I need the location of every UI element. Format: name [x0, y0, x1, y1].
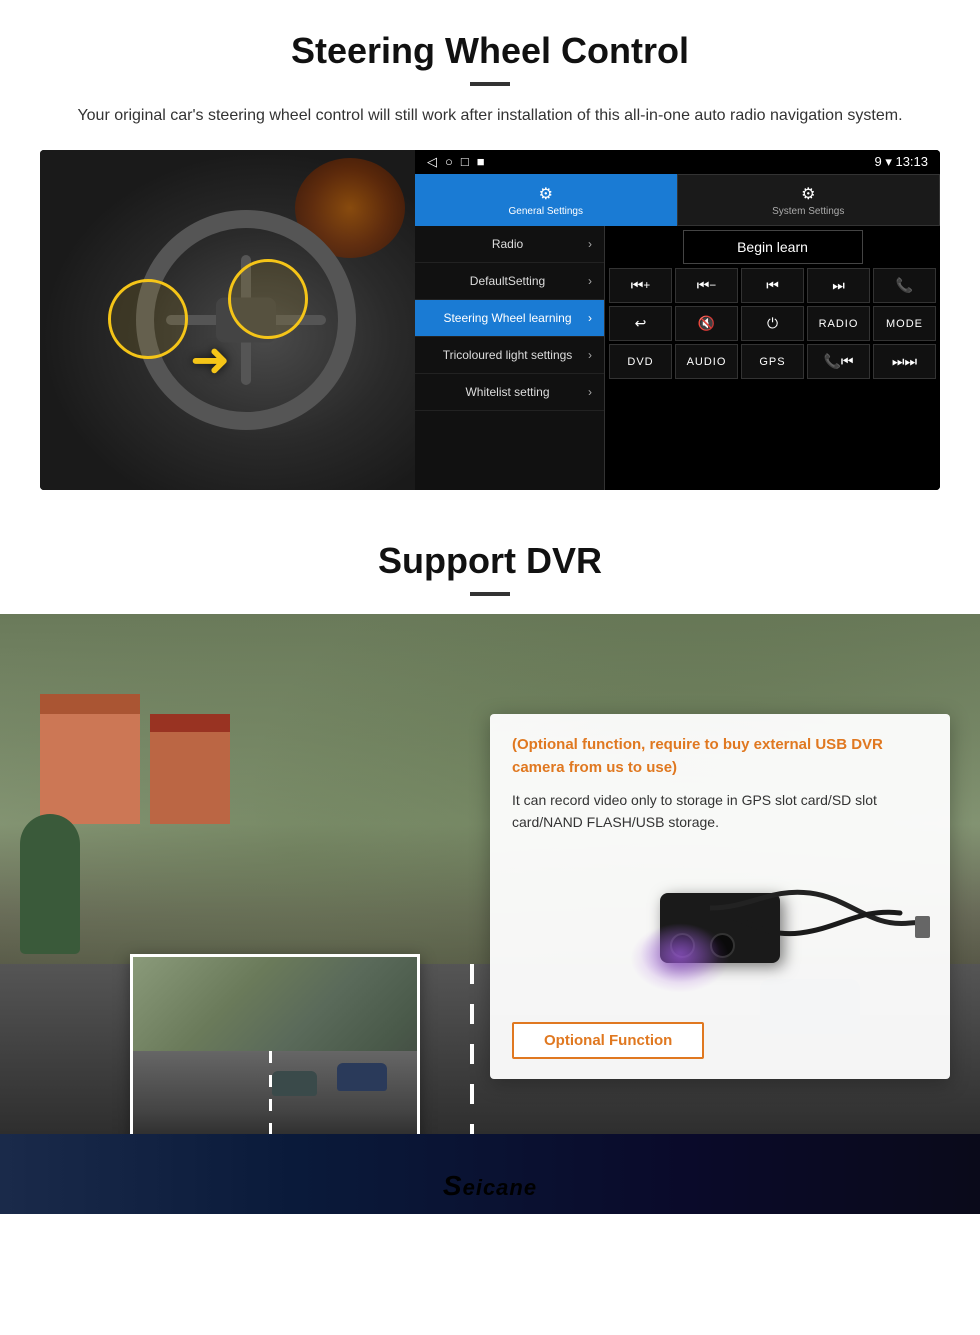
title-divider: [470, 82, 510, 86]
seicane-brand: Seicane: [443, 1170, 537, 1202]
brand-rest: eicane: [463, 1175, 538, 1200]
statusbar-icons: ◁ ○ □ ■: [427, 154, 485, 170]
tab-general-label: General Settings: [509, 206, 584, 217]
menu-steering-label: Steering Wheel learning: [427, 311, 588, 325]
dvr-optional-text: (Optional function, require to buy exter…: [512, 734, 928, 779]
android-panel: ◁ ○ □ ■ 9 ▾ 13:13 ⚙ General Settings ⚙ S…: [415, 150, 940, 490]
dvr-thumbnail: [130, 954, 420, 1154]
dvr-title: Support DVR: [0, 540, 980, 582]
steering-photo: ➜: [40, 150, 415, 490]
chevron-icon-5: ›: [588, 385, 592, 399]
gear-icon: ⚙: [539, 184, 553, 204]
ctrl-btn-radio[interactable]: RADIO: [807, 306, 870, 341]
begin-learn-row: Begin learn: [609, 230, 936, 264]
buttons-panel: Begin learn ⏮+ ⏮− ⏮ ⏭ 📞 ↩ 🔇 ⏻ RADIO MODE…: [605, 226, 940, 490]
ctrl-btn-gps[interactable]: GPS: [741, 344, 804, 379]
menu-icon: ■: [477, 154, 485, 170]
menu-list: Radio › DefaultSetting › Steering Wheel …: [415, 226, 605, 490]
ctrl-btn-mute[interactable]: 🔇: [675, 306, 738, 341]
menu-item-steering[interactable]: Steering Wheel learning ›: [415, 300, 604, 337]
ctrl-btn-phone[interactable]: 📞: [873, 268, 936, 303]
chevron-icon-4: ›: [588, 348, 592, 362]
chevron-icon-3: ›: [588, 311, 592, 325]
dvr-description: It can record video only to storage in G…: [512, 789, 928, 834]
camera-lens-1: [670, 933, 695, 958]
steering-section: Steering Wheel Control Your original car…: [0, 0, 980, 510]
menu-default-label: DefaultSetting: [427, 274, 588, 288]
steering-subtitle: Your original car's steering wheel contr…: [60, 104, 920, 128]
ctrl-btn-hangup[interactable]: ↩: [609, 306, 672, 341]
chevron-icon: ›: [588, 237, 592, 251]
optional-function-button[interactable]: Optional Function: [512, 1022, 704, 1059]
menu-tricoloured-label: Tricoloured light settings: [427, 348, 588, 362]
thumb-car-2: [272, 1071, 317, 1096]
menu-radio-label: Radio: [427, 237, 588, 251]
ctrl-btn-mode[interactable]: MODE: [873, 306, 936, 341]
ctrl-btn-next-combo[interactable]: ⏭⏭: [873, 344, 936, 379]
ctrl-btn-power[interactable]: ⏻: [741, 306, 804, 341]
android-tabs: ⚙ General Settings ⚙ System Settings: [415, 174, 940, 226]
steering-demo: ➜ ◁ ○ □ ■ 9 ▾ 13:13 ⚙ General Settings: [40, 150, 940, 490]
camera-assembly: [660, 893, 780, 963]
ctrl-btn-phone-prev[interactable]: 📞⏮: [807, 344, 870, 379]
menu-area: Radio › DefaultSetting › Steering Wheel …: [415, 226, 940, 490]
ctrl-btn-vol-down[interactable]: ⏮−: [675, 268, 738, 303]
ctrl-btn-prev-track[interactable]: ⏮: [741, 268, 804, 303]
arrow-right-icon: ➜: [190, 332, 230, 388]
recent-icon: □: [461, 154, 469, 170]
menu-whitelist-label: Whitelist setting: [427, 385, 588, 399]
cable-svg: [710, 878, 930, 978]
dvr-camera-image: [512, 848, 928, 1008]
menu-item-whitelist[interactable]: Whitelist setting ›: [415, 374, 604, 411]
ctrl-btn-dvd[interactable]: DVD: [609, 344, 672, 379]
tab-system-label: System Settings: [772, 206, 844, 217]
tree-left: [20, 814, 80, 954]
control-buttons-grid: ⏮+ ⏮− ⏮ ⏭ 📞 ↩ 🔇 ⏻ RADIO MODE DVD AUDIO G…: [609, 268, 936, 379]
android-statusbar: ◁ ○ □ ■ 9 ▾ 13:13: [415, 150, 940, 174]
circle-highlight-right: [228, 259, 308, 339]
building-left-2: [150, 714, 230, 824]
building-left: [40, 694, 140, 824]
dvr-section: Support DVR (Optional function, require …: [0, 510, 980, 1214]
chevron-icon-2: ›: [588, 274, 592, 288]
dvr-divider: [470, 592, 510, 596]
ctrl-btn-audio[interactable]: AUDIO: [675, 344, 738, 379]
begin-learn-button[interactable]: Begin learn: [683, 230, 863, 264]
dvr-background-area: (Optional function, require to buy exter…: [0, 614, 980, 1214]
dvr-info-card: (Optional function, require to buy exter…: [490, 714, 950, 1079]
steering-title: Steering Wheel Control: [40, 30, 940, 72]
tab-general-settings[interactable]: ⚙ General Settings: [415, 174, 677, 226]
ctrl-btn-vol-up[interactable]: ⏮+: [609, 268, 672, 303]
menu-item-radio[interactable]: Radio ›: [415, 226, 604, 263]
circle-highlight-left: [108, 279, 188, 359]
thumb-road-line: [269, 1051, 272, 1141]
ctrl-btn-next-track[interactable]: ⏭: [807, 268, 870, 303]
menu-item-tricoloured[interactable]: Tricoloured light settings ›: [415, 337, 604, 374]
system-icon: ⚙: [801, 184, 815, 204]
statusbar-time: 9 ▾ 13:13: [874, 154, 928, 170]
home-icon: ○: [445, 154, 453, 170]
brand-s: S: [443, 1170, 463, 1201]
back-icon: ◁: [427, 154, 437, 170]
usb-plug: [915, 916, 930, 938]
menu-item-default[interactable]: DefaultSetting ›: [415, 263, 604, 300]
tab-system-settings[interactable]: ⚙ System Settings: [677, 174, 941, 226]
thumb-car-1: [337, 1063, 387, 1091]
